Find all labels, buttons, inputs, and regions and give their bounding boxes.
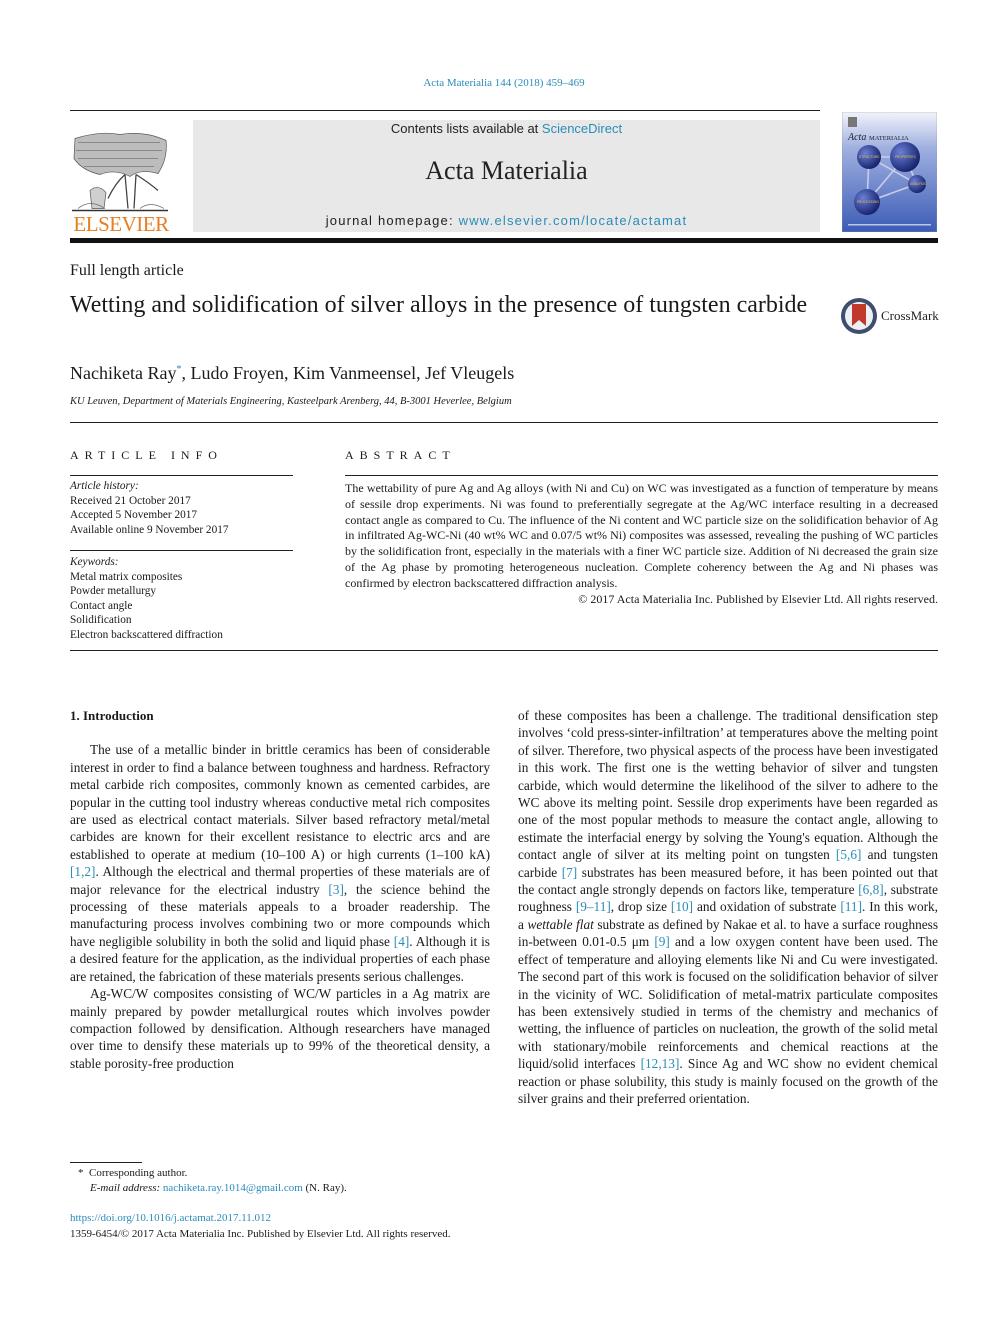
abstract-text: The wettability of pure Ag and Ag alloys… <box>345 481 938 590</box>
sciencedirect-link[interactable]: ScienceDirect <box>542 121 622 136</box>
footnote-rule <box>70 1162 142 1163</box>
journal-reference-link[interactable]: Acta Materialia 144 (2018) 459–469 <box>0 77 992 89</box>
elsevier-wordmark: ELSEVIER <box>73 212 169 236</box>
crossmark-icon <box>841 298 877 334</box>
contents-prefix: Contents lists available at <box>390 121 542 136</box>
history-label: Article history: <box>70 480 139 492</box>
abstract-rule <box>345 475 938 476</box>
abstract-heading: ABSTRACT <box>345 448 456 462</box>
keyword: Electron backscattered diffraction <box>70 628 223 641</box>
contents-line: Contents lists available at ScienceDirec… <box>193 121 820 136</box>
author-name[interactable]: Ludo Froyen <box>190 363 284 383</box>
keywords-label: Keywords: <box>70 556 119 568</box>
homepage-prefix: journal homepage: <box>325 213 459 228</box>
doi-link[interactable]: https://doi.org/10.1016/j.actamat.2017.1… <box>70 1212 271 1224</box>
footnote: * Corresponding author. E-mail address: … <box>78 1166 347 1196</box>
svg-text:ANALYSIS: ANALYSIS <box>910 182 926 186</box>
emphasis-text: wettable flat <box>527 916 594 932</box>
paragraph-text: The use of a metallic binder in brittle … <box>70 742 490 862</box>
author-name[interactable]: Nachiketa Ray <box>70 363 176 383</box>
article-footer: https://doi.org/10.1016/j.actamat.2017.1… <box>70 1211 450 1242</box>
article-info-rule <box>70 550 293 551</box>
crossmark-label: CrossMark <box>881 308 939 323</box>
header-top-rule <box>70 110 820 111</box>
article-info-rule <box>70 475 293 476</box>
paragraph-text: , drop size <box>610 899 671 915</box>
paragraph-text: Ag-WC/W composites consisting of WC/W pa… <box>70 986 490 1071</box>
paragraph: of these composites has been a challenge… <box>518 707 938 1107</box>
citation-link[interactable]: [9] <box>654 934 670 949</box>
article-title: Wetting and solidification of silver all… <box>70 292 808 318</box>
crossmark-badge[interactable]: CrossMark <box>840 296 940 336</box>
keywords-list: Keywords: Metal matrix composites Powder… <box>70 555 293 643</box>
header-thick-rule <box>70 238 938 243</box>
issn-copyright: 1359-6454/© 2017 Acta Materialia Inc. Pu… <box>70 1227 451 1240</box>
citation-link[interactable]: [4] <box>394 934 410 949</box>
email-label: E-mail address: <box>90 1182 161 1194</box>
journal-cover-thumbnail[interactable]: Acta MATERIALIA STRUCTURE PROPERTIES ANAL… <box>842 112 937 232</box>
article-history: Article history: Received 21 October 201… <box>70 479 293 537</box>
journal-homepage-link[interactable]: www.elsevier.com/locate/actamat <box>459 213 688 228</box>
author-name[interactable]: Kim Vanmeensel <box>293 363 416 383</box>
section-heading-introduction: 1. Introduction <box>70 708 154 723</box>
citation-link[interactable]: [7] <box>562 865 578 880</box>
svg-text:PROPERTIES: PROPERTIES <box>895 155 916 159</box>
history-accepted: Accepted 5 November 2017 <box>70 509 198 522</box>
citation-link[interactable]: [10] <box>671 899 693 914</box>
paragraph-text: of these composites has been a challenge… <box>518 708 938 863</box>
citation-link[interactable]: [5,6] <box>836 847 861 862</box>
author-affiliation: KU Leuven, Department of Materials Engin… <box>70 396 512 407</box>
paragraph-text: and oxidation of substrate <box>693 899 841 915</box>
keyword: Solidification <box>70 614 132 627</box>
author-name[interactable]: Jef Vleugels <box>425 363 514 383</box>
paragraph-text: and a low oxygen content have been used.… <box>518 934 938 1072</box>
abstract-copyright: © 2017 Acta Materialia Inc. Published by… <box>578 591 938 606</box>
journal-homepage-line: journal homepage: www.elsevier.com/locat… <box>193 213 820 228</box>
article-info-heading: ARTICLE INFO <box>70 448 223 462</box>
citation-link[interactable]: [6,8] <box>858 882 883 897</box>
journal-name: Acta Materialia <box>425 156 588 185</box>
history-online: Available online 9 November 2017 <box>70 523 229 536</box>
svg-text:MATERIALIA: MATERIALIA <box>869 135 909 142</box>
svg-text:STRUCTURE: STRUCTURE <box>859 155 879 159</box>
svg-text:PROCESSING: PROCESSING <box>857 200 879 204</box>
citation-link[interactable]: [3] <box>328 882 344 897</box>
footnote-mark: * <box>78 1167 84 1179</box>
keyword: Contact angle <box>70 599 133 612</box>
paragraph: Ag-WC/W composites consisting of WC/W pa… <box>70 985 490 1072</box>
keyword: Powder metallurgy <box>70 585 157 598</box>
article-type-label: Full length article <box>70 262 184 279</box>
citation-link[interactable]: [11] <box>840 899 862 914</box>
email-link[interactable]: nachiketa.ray.1014@gmail.com <box>163 1182 303 1194</box>
keyword: Metal matrix composites <box>70 570 183 583</box>
abstract-bottom-rule <box>70 650 938 651</box>
body-column-right: of these composites has been a challenge… <box>518 707 938 1107</box>
corresponding-author-note: Corresponding author. <box>89 1167 188 1179</box>
email-suffix: (N. Ray). <box>305 1182 347 1194</box>
citation-link[interactable]: [9–11] <box>576 899 611 914</box>
history-received: Received 21 October 2017 <box>70 494 191 507</box>
author-list: Nachiketa Ray*, Ludo Froyen, Kim Vanmeen… <box>70 363 515 383</box>
front-matter-rule <box>70 422 938 423</box>
abstract-body: The wettability of pure Ag and Ag alloys… <box>345 481 938 607</box>
citation-link[interactable]: [1,2] <box>70 864 95 879</box>
cover-title: Acta <box>847 132 866 143</box>
body-column-left: 1. Introduction The use of a metallic bi… <box>70 707 490 1072</box>
paragraph: The use of a metallic binder in brittle … <box>70 741 490 985</box>
citation-link[interactable]: [12,13] <box>641 1056 680 1071</box>
